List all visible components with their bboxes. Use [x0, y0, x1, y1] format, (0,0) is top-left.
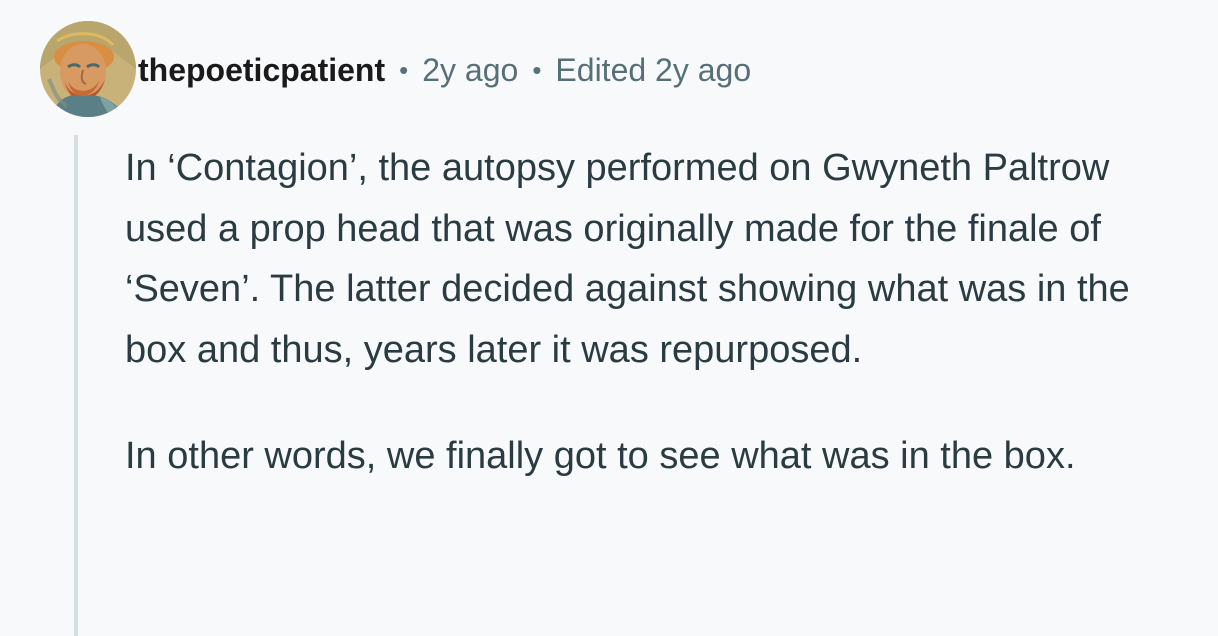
edited-status: Edited 2y ago	[555, 52, 752, 88]
comment-paragraph: In other words, we finally got to see wh…	[125, 435, 1076, 477]
comment-timestamp: 2y ago	[422, 52, 519, 88]
painted-portrait-avatar-icon	[40, 21, 136, 117]
meta-separator: •	[399, 55, 409, 85]
comment: thepoeticpatient • 2y ago • Edited 2y ag…	[0, 0, 1218, 636]
comment-meta: thepoeticpatient • 2y ago • Edited 2y ag…	[138, 49, 751, 91]
avatar[interactable]	[40, 21, 136, 117]
meta-separator: •	[532, 55, 542, 85]
username-link[interactable]: thepoeticpatient	[138, 49, 385, 91]
thread-collapse-line[interactable]	[74, 135, 78, 636]
comment-body: In ‘Contagion’, the autopsy performed on…	[125, 138, 1145, 487]
comment-paragraph: In ‘Contagion’, the autopsy performed on…	[125, 147, 1130, 371]
